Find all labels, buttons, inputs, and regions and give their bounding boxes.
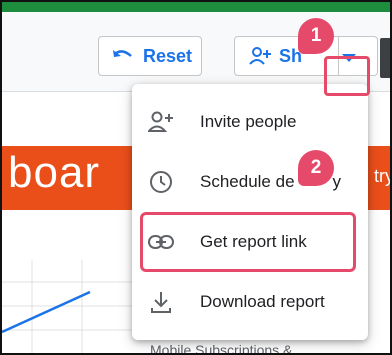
menu-item-label: Invite people	[200, 112, 297, 131]
highlight-get-report-link	[140, 212, 356, 272]
menu-item-label-tail: y	[332, 172, 342, 191]
banner-right-text: try	[374, 166, 392, 186]
menu-item-label: Schedule de	[200, 172, 295, 191]
menu-item-label: Download report	[200, 292, 325, 311]
undo-icon	[113, 50, 132, 57]
highlight-share-caret	[324, 56, 370, 96]
top-strip	[2, 2, 390, 12]
card-title: Mobile Subscriptions &	[150, 342, 293, 355]
reset-button[interactable]: Reset	[98, 36, 202, 76]
person-add-icon	[146, 107, 176, 137]
clock-icon	[146, 167, 176, 197]
menu-item-download-report[interactable]: Download report	[132, 272, 368, 332]
step-2-callout: 2	[298, 150, 334, 186]
trend-line	[2, 290, 91, 334]
screenshot-frame: Reset Sh boar try Mobile Subscriptions &	[0, 0, 392, 355]
download-icon	[146, 287, 176, 317]
reset-label: Reset	[143, 45, 193, 66]
step-1-callout: 1	[298, 18, 334, 54]
chart-thumbnail	[2, 260, 132, 353]
menu-item-invite-people[interactable]: Invite people	[132, 92, 368, 152]
report-title: boar	[8, 148, 101, 197]
person-add-icon	[249, 47, 271, 65]
overflow-edge	[380, 38, 390, 78]
